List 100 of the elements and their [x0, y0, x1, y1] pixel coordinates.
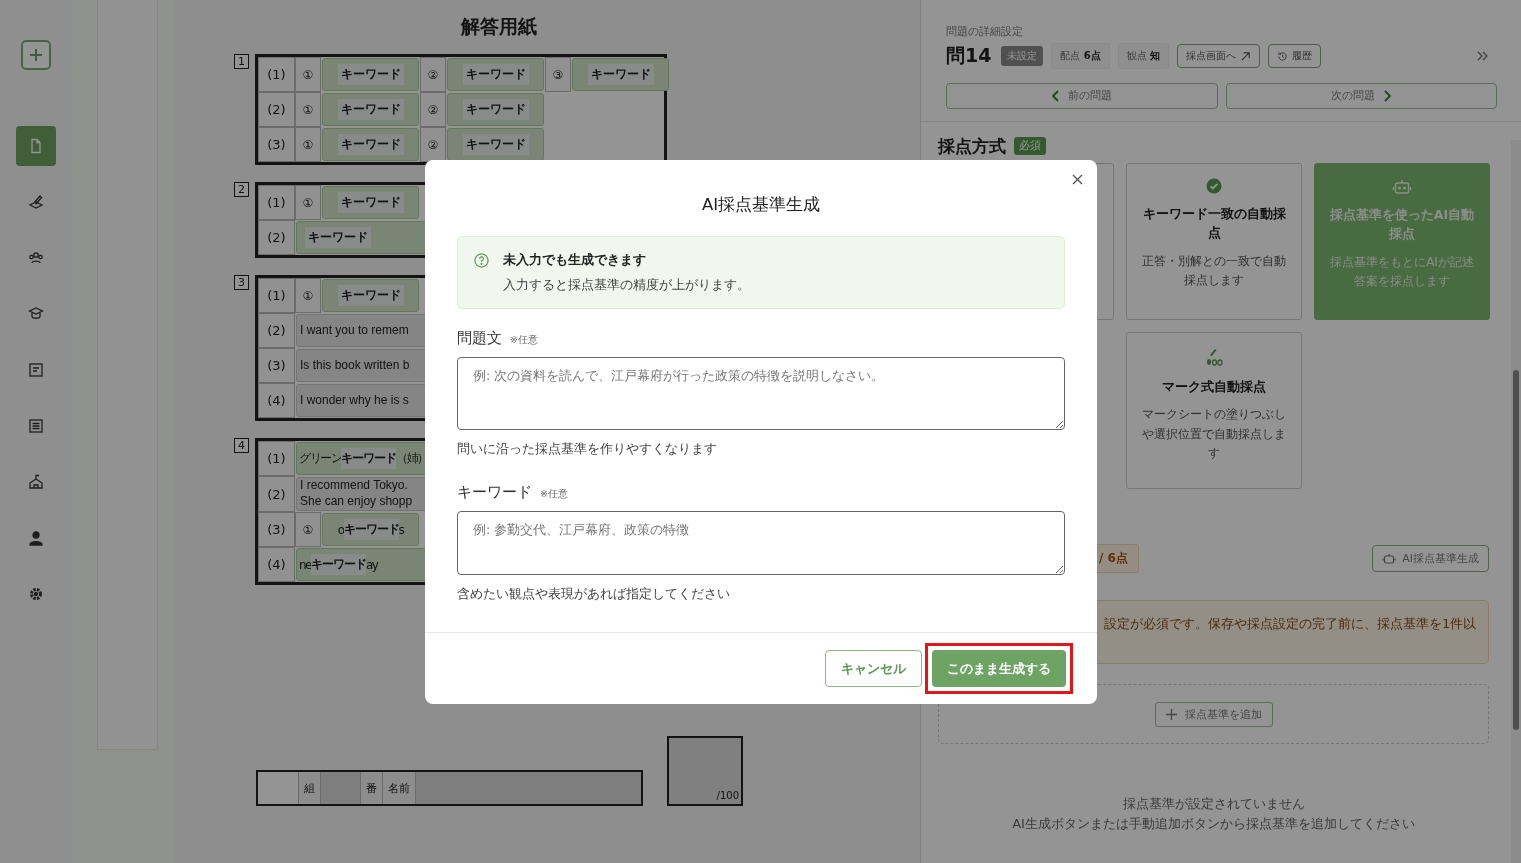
number-label: 番: [361, 772, 383, 804]
row-label: (2): [258, 476, 295, 512]
help-icon: [474, 253, 489, 268]
answer-text: （姉）: [396, 450, 428, 467]
number-field[interactable]: [321, 772, 361, 804]
method-description: 正答・別解との一致で自動採点します: [1141, 252, 1287, 289]
section-number: 4: [234, 438, 249, 453]
item-number: ②: [420, 127, 446, 162]
class-label: 組: [299, 772, 321, 804]
next-question-button[interactable]: 次の問題: [1225, 83, 1497, 109]
chevron-left-icon: [1051, 90, 1060, 102]
keyword-chip: キーワード: [343, 519, 399, 540]
robot-icon: [1382, 552, 1397, 565]
method-title: 採点基準を使ったAI自動採点: [1328, 206, 1476, 244]
answer-field[interactable]: oキーワードs: [322, 513, 419, 546]
keyword-chip: キーワード: [305, 227, 371, 248]
mark-sheet-icon: [1204, 347, 1224, 367]
info-title: 未入力でも生成できます: [503, 251, 647, 269]
answer-field[interactable]: キーワード: [447, 93, 544, 126]
row-label: (1): [258, 278, 295, 313]
answer-field[interactable]: キーワード: [322, 186, 419, 219]
text-field[interactable]: 例: 次の資料を読んで、江戸幕府が行った政策の特徴を説明しなさい。: [457, 357, 1065, 430]
generate-button[interactable]: このまま生成する: [932, 650, 1066, 687]
required-badge: 必須: [1014, 137, 1046, 155]
scrollbar[interactable]: [1511, 140, 1521, 863]
arrow-icon: [1239, 50, 1251, 62]
section-number: 2: [234, 182, 249, 197]
answer-field[interactable]: キーワード: [322, 58, 419, 91]
method-card[interactable]: キーワード一致の自動採点 正答・別解との一致で自動採点します: [1126, 163, 1302, 320]
add-criterion-button[interactable]: 採点基準を追加: [1154, 701, 1273, 727]
row-label: (4): [258, 547, 295, 582]
answer-text: s: [398, 522, 404, 537]
robot-icon: [1392, 178, 1412, 195]
method-title: キーワード一致の自動採点: [1141, 205, 1287, 243]
section-number: 1: [234, 54, 249, 69]
previous-question-button[interactable]: 前の問題: [946, 83, 1218, 109]
info-text: 入力すると採点基準の精度が上がります。: [503, 277, 750, 294]
row-label: (1): [258, 57, 295, 92]
answer-field[interactable]: キーワード: [572, 58, 669, 91]
field-label: キーワード: [457, 483, 532, 502]
sheet-title: 解答用紙: [460, 14, 538, 39]
answer-text: ne: [299, 557, 311, 572]
check-icon: [1206, 178, 1222, 194]
row-label: (2): [258, 220, 295, 255]
collapse-icon[interactable]: [1477, 51, 1489, 61]
item-number: ②: [420, 57, 446, 92]
optional-note: ※任意: [540, 488, 568, 501]
row-label: (3): [258, 127, 295, 162]
answer-field[interactable]: キーワード: [447, 128, 544, 161]
item-number: ①: [295, 278, 321, 313]
answer-text: ay: [366, 557, 378, 572]
answer-field[interactable]: キーワード: [447, 58, 544, 91]
item-number: ②: [420, 92, 446, 127]
field-hint: 問いに沿った採点基準を作りやすくなります: [457, 441, 718, 458]
close-button[interactable]: [1070, 172, 1085, 187]
answer-text: o: [337, 522, 344, 537]
item-number: ①: [295, 512, 321, 547]
keyword-chip: キーワード: [462, 64, 529, 85]
answer-field[interactable]: キーワード: [322, 128, 419, 161]
history-button[interactable]: 履歴: [1267, 44, 1321, 68]
cancel-button[interactable]: キャンセル: [825, 650, 922, 687]
item-number: ①: [295, 57, 321, 92]
section-number: 3: [234, 275, 249, 290]
dialog-title: AI採点基準生成: [700, 194, 822, 216]
method-title: マーク式自動採点: [1162, 378, 1266, 396]
chevron-right-icon: [1383, 90, 1392, 102]
answer-field[interactable]: キーワード: [322, 279, 419, 312]
panel-caption: 問題の詳細設定: [946, 24, 1024, 39]
item-number: ①: [295, 127, 321, 162]
open-grading-button[interactable]: 採点画面へ: [1176, 44, 1260, 68]
question-title: 問14: [946, 43, 992, 68]
keyword-chip: キーワード: [462, 99, 529, 120]
row-label: (2): [258, 313, 295, 348]
answer-field[interactable]: キーワード: [322, 93, 419, 126]
empty-message: 採点基準が設定されていません: [1121, 795, 1306, 813]
keyword-chip: キーワード: [337, 192, 404, 213]
optional-note: ※任意: [510, 334, 538, 347]
keyword-chip: キーワード: [462, 134, 529, 155]
keyword-chip: キーワード: [337, 99, 404, 120]
keyword-chip: キーワード: [337, 134, 404, 155]
text-field[interactable]: 例: 参勤交代、江戸幕府、政策の特徴: [457, 511, 1065, 575]
score-total: /100: [716, 790, 739, 801]
method-description: マークシートの塗りつぶしや選択位置で自動採点します: [1141, 406, 1287, 462]
method-card[interactable]: マーク式自動採点 マークシートの塗りつぶしや選択位置で自動採点します: [1126, 332, 1302, 489]
name-label: 名前: [383, 772, 416, 804]
ai-generate-button[interactable]: AI採点基準生成: [1372, 545, 1489, 572]
row-label: (4): [258, 383, 295, 418]
field-label: 問題文: [457, 329, 502, 348]
row-label: (1): [258, 441, 295, 476]
empty-message: AI生成ボタンまたは手動追加ボタンから採点基準を追加してください: [1011, 815, 1416, 834]
keyword-chip: キーワード: [337, 285, 404, 306]
plus-icon: [1165, 708, 1177, 720]
history-icon: [1276, 50, 1288, 62]
name-field[interactable]: [416, 772, 641, 804]
row-label: (1): [258, 185, 295, 220]
plus-icon: [27, 46, 45, 64]
add-button[interactable]: [21, 40, 51, 70]
item-number: ①: [295, 185, 321, 220]
keyword-chip: キーワード: [341, 448, 396, 469]
row-label: (2): [258, 92, 295, 127]
